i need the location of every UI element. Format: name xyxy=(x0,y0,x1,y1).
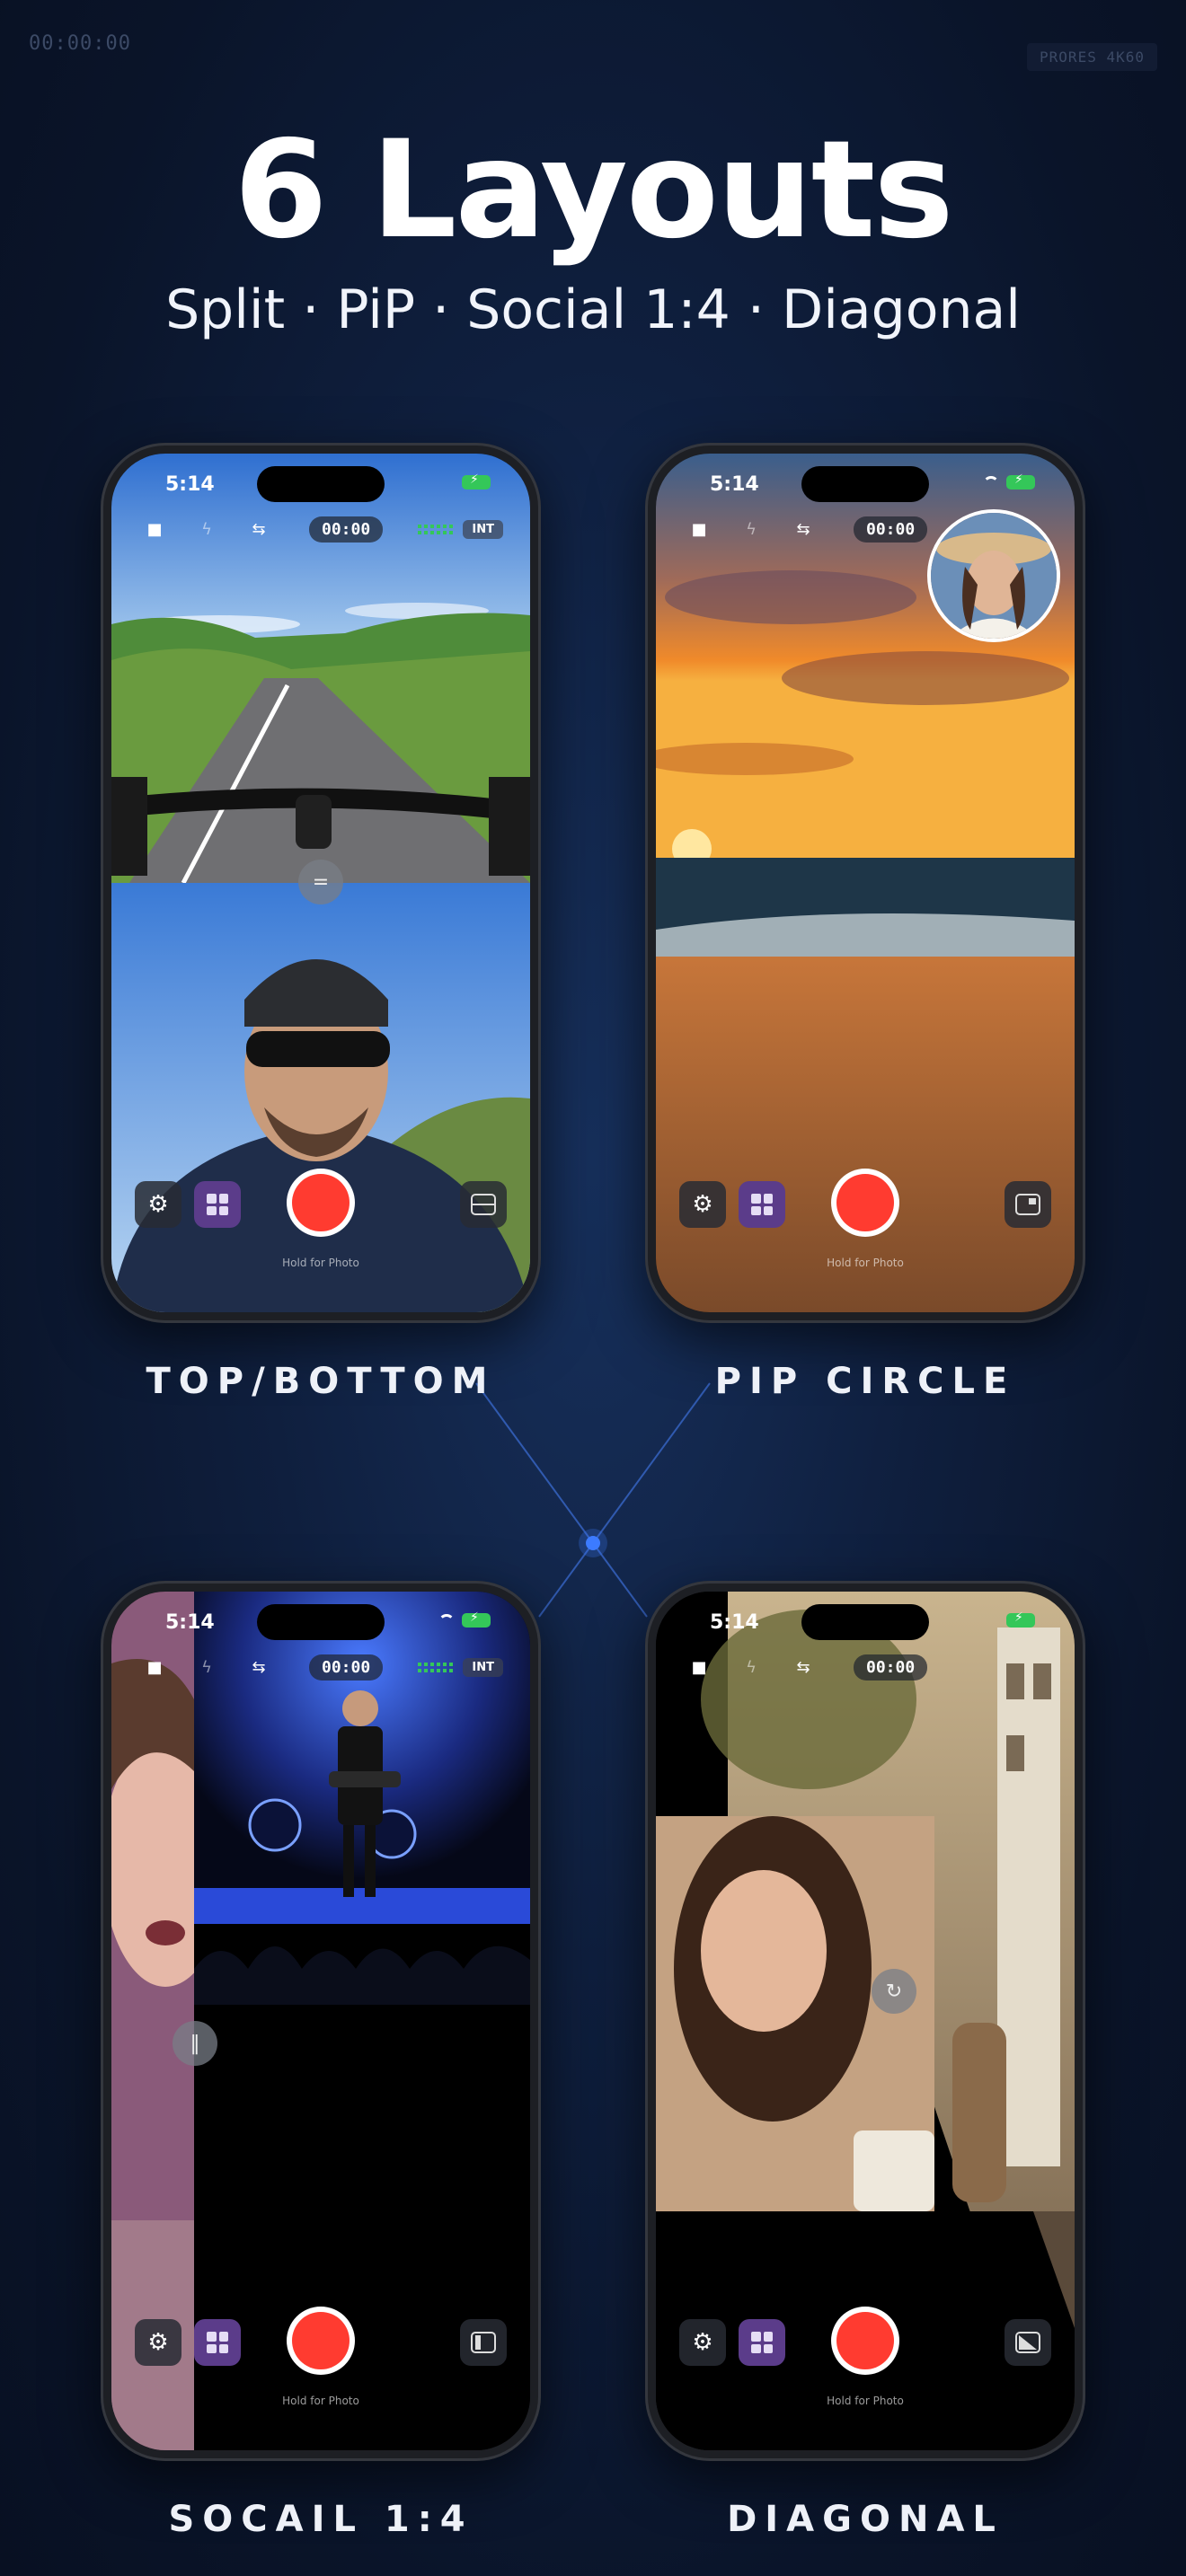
dynamic-island xyxy=(801,1604,929,1640)
layout-grid-icon[interactable] xyxy=(739,1181,785,1228)
battery-icon xyxy=(462,1610,491,1628)
screen: ↻ 5:14 ■ ϟ ⇆ 00:00 ⚙ Hold for Photo xyxy=(656,1592,1075,2450)
layout-label-social: SOCAIL 1:4 xyxy=(168,2499,474,2540)
top-controls: ■ ϟ ⇆ 00:00 xyxy=(683,1651,1048,1683)
battery-icon xyxy=(462,472,491,490)
hold-for-photo-hint: Hold for Photo xyxy=(827,1257,904,1269)
layout-mode-icon[interactable] xyxy=(460,1181,507,1228)
status-time: 5:14 xyxy=(165,473,215,496)
audio-meter xyxy=(418,1658,455,1676)
record-timer: 00:00 xyxy=(309,1654,384,1681)
bottom-controls: ⚙ xyxy=(135,2307,507,2375)
bottom-controls: ⚙ xyxy=(679,2307,1051,2375)
dynamic-island xyxy=(257,1604,385,1640)
wifi-icon xyxy=(983,476,999,489)
layout-grid-icon[interactable] xyxy=(739,2319,785,2366)
camera-preview-bottom xyxy=(111,883,530,1312)
record-timer: 00:00 xyxy=(854,516,928,543)
video-camera-icon[interactable]: ■ xyxy=(683,1651,715,1683)
swap-camera-icon[interactable]: ⇆ xyxy=(787,513,819,545)
layout-grid-icon[interactable] xyxy=(194,2319,241,2366)
status-icons xyxy=(438,1610,491,1628)
record-button[interactable] xyxy=(831,2307,899,2375)
record-button[interactable] xyxy=(287,2307,355,2375)
record-button[interactable] xyxy=(831,1169,899,1237)
layout-grid-icon[interactable] xyxy=(194,1181,241,1228)
flash-off-icon[interactable]: ϟ xyxy=(735,513,767,545)
swap-camera-icon[interactable]: ⇆ xyxy=(243,513,275,545)
layout-label-top-bottom: TOP/BOTTOM xyxy=(146,1361,496,1402)
screen: 5:14 ■ ϟ ⇆ 00:00 ⚙ Hold for Photo xyxy=(656,454,1075,1312)
bottom-controls: ⚙ xyxy=(135,1169,507,1237)
status-time: 5:14 xyxy=(165,1611,215,1634)
phone-diagonal: ↻ 5:14 ■ ϟ ⇆ 00:00 ⚙ Hold for Photo xyxy=(645,1581,1085,2461)
layout-label-pip-circle: PIP CIRCLE xyxy=(714,1361,1016,1402)
flash-off-icon[interactable]: ϟ xyxy=(190,513,223,545)
gear-icon[interactable]: ⚙ xyxy=(679,2319,726,2366)
flash-off-icon[interactable]: ϟ xyxy=(190,1651,223,1683)
hold-for-photo-hint: Hold for Photo xyxy=(827,2395,904,2407)
record-button[interactable] xyxy=(287,1169,355,1237)
top-controls: ■ ϟ ⇆ 00:00 INT xyxy=(138,1651,503,1683)
swap-camera-icon[interactable]: ⇆ xyxy=(787,1651,819,1683)
gear-icon[interactable]: ⚙ xyxy=(135,1181,181,1228)
hold-for-photo-hint: Hold for Photo xyxy=(282,2395,359,2407)
record-timer: 00:00 xyxy=(854,1654,928,1681)
video-camera-icon[interactable]: ■ xyxy=(138,1651,171,1683)
layout-mode-icon[interactable] xyxy=(460,2319,507,2366)
layout-mode-icon[interactable] xyxy=(1005,1181,1051,1228)
hold-for-photo-hint: Hold for Photo xyxy=(282,1257,359,1269)
dynamic-island xyxy=(257,466,385,502)
rotate-divider-handle[interactable]: ↻ xyxy=(872,1969,916,2014)
layout-mode-icon[interactable] xyxy=(1005,2319,1051,2366)
record-timer: 00:00 xyxy=(309,516,384,543)
flash-off-icon[interactable]: ϟ xyxy=(735,1651,767,1683)
status-icons xyxy=(462,472,491,490)
screen: = 5:14 ■ ϟ ⇆ 00:00 INT ⚙ Hold for Photo xyxy=(111,454,530,1312)
battery-icon xyxy=(1006,472,1035,490)
gear-icon[interactable]: ⚙ xyxy=(135,2319,181,2366)
swap-camera-icon[interactable]: ⇆ xyxy=(243,1651,275,1683)
video-camera-icon[interactable]: ■ xyxy=(683,513,715,545)
phone-pip-circle: 5:14 ■ ϟ ⇆ 00:00 ⚙ Hold for Photo xyxy=(645,443,1085,1323)
split-divider-handle[interactable]: = xyxy=(298,860,343,904)
top-controls: ■ ϟ ⇆ 00:00 INT xyxy=(138,513,503,545)
gear-icon[interactable]: ⚙ xyxy=(679,1181,726,1228)
phone-social-1-4: ‖ 5:14 ■ ϟ ⇆ 00:00 INT ⚙ Hold for Photo xyxy=(101,1581,541,2461)
pip-face xyxy=(931,513,1057,639)
phone-top-bottom: = 5:14 ■ ϟ ⇆ 00:00 INT ⚙ Hold for Photo xyxy=(101,443,541,1323)
video-camera-icon[interactable]: ■ xyxy=(138,513,171,545)
status-time: 5:14 xyxy=(710,1611,759,1634)
dynamic-island xyxy=(801,466,929,502)
status-icons xyxy=(983,472,1035,490)
status-time: 5:14 xyxy=(710,473,759,496)
bottom-controls: ⚙ xyxy=(679,1169,1051,1237)
pip-circle-preview[interactable] xyxy=(927,509,1060,642)
input-source-button[interactable]: INT xyxy=(463,1657,503,1677)
screen: ‖ 5:14 ■ ϟ ⇆ 00:00 INT ⚙ Hold for Photo xyxy=(111,1592,530,2450)
wifi-icon xyxy=(438,1614,455,1627)
battery-icon xyxy=(1006,1610,1035,1628)
input-source-button[interactable]: INT xyxy=(463,519,503,539)
layout-label-diagonal: DIAGONAL xyxy=(727,2499,1004,2540)
split-divider-handle[interactable]: ‖ xyxy=(173,2021,217,2066)
status-icons xyxy=(1006,1610,1035,1628)
audio-meter xyxy=(418,520,455,538)
